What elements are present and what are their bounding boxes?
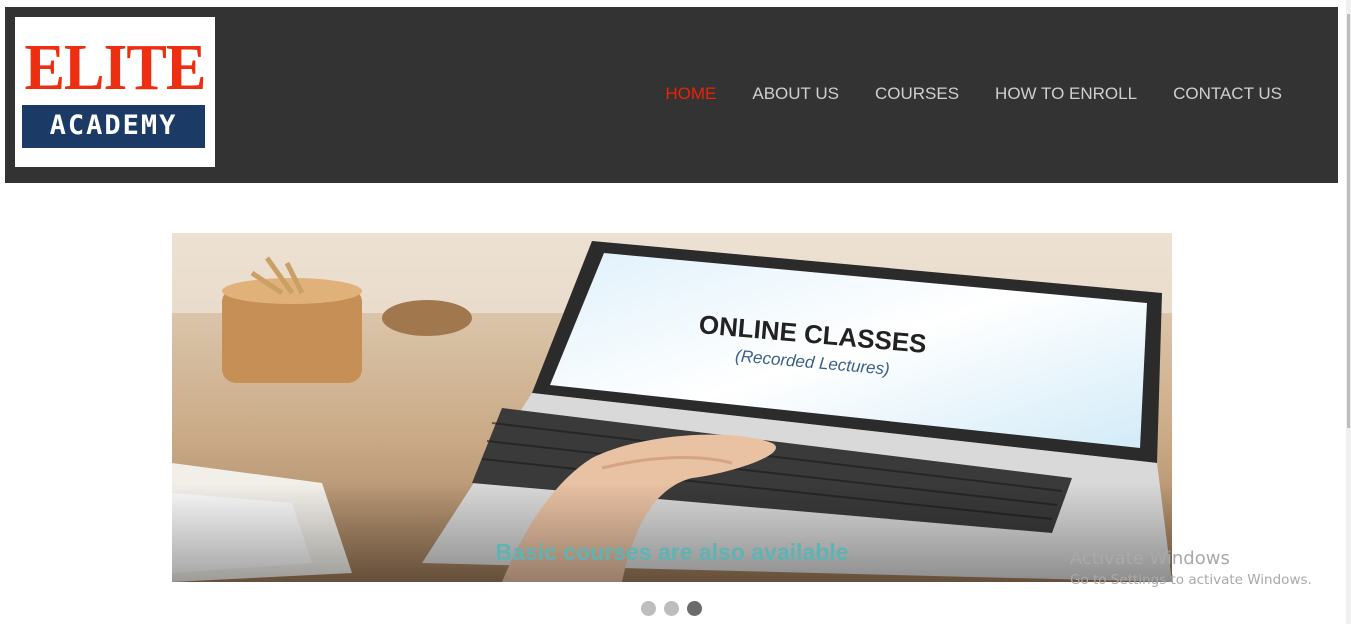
watermark-subtitle: Go to Settings to activate Windows. [1070, 572, 1312, 588]
nav-courses[interactable]: COURSES [875, 84, 959, 104]
slider-pagination [641, 601, 702, 616]
watermark-title: Activate Windows [1070, 548, 1230, 569]
nav-home[interactable]: HOME [665, 84, 716, 104]
slide-image: ONLINE CLASSES (Recorded Lectures) [172, 233, 1172, 582]
nav-about-us[interactable]: ABOUT US [752, 84, 839, 104]
hero-slider[interactable]: ONLINE CLASSES (Recorded Lectures) Basic… [172, 233, 1172, 582]
main-nav: HOME ABOUT US COURSES HOW TO ENROLL CONT… [665, 84, 1282, 104]
slider-dot-2[interactable] [664, 601, 679, 616]
nav-contact-us[interactable]: CONTACT US [1173, 84, 1282, 104]
slider-dot-1[interactable] [641, 601, 656, 616]
windows-activation-watermark: Activate Windows Go to Settings to activ… [1070, 548, 1312, 589]
scrollbar-thumb[interactable] [1347, 14, 1350, 428]
site-header: ELITE ACADEMY HOME ABOUT US COURSES HOW … [5, 7, 1338, 183]
nav-how-to-enroll[interactable]: HOW TO ENROLL [995, 84, 1137, 104]
elite-academy-logo[interactable]: ELITE ACADEMY [15, 17, 215, 167]
logo-elite-text: ELITE [24, 31, 206, 104]
slider-dot-3[interactable] [687, 601, 702, 616]
slide-caption: Basic courses are also available [495, 539, 849, 565]
logo-academy-text: ACADEMY [49, 110, 178, 141]
